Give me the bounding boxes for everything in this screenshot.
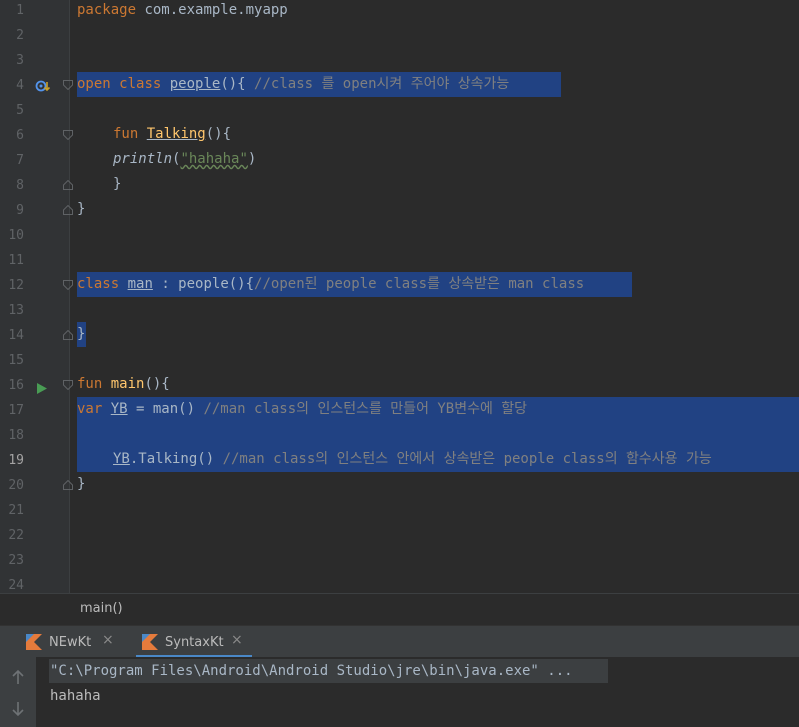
run-console[interactable]: "C:\Program Files\Android\Android Studio… bbox=[0, 657, 799, 727]
tab-newkt[interactable]: NEwKt × bbox=[22, 626, 122, 658]
code-line-14[interactable]: } bbox=[0, 322, 799, 347]
console-output: hahaha bbox=[50, 688, 101, 704]
code-line-19[interactable]: YB.Talking() //man class의 인스턴스 안에서 상속받은 … bbox=[0, 447, 799, 472]
code-punct: (){ bbox=[220, 76, 255, 92]
code-punct: (){ bbox=[205, 126, 232, 142]
override-marker-icon[interactable] bbox=[35, 78, 51, 97]
code-expression: .Talking() bbox=[129, 451, 223, 467]
println-call: println bbox=[113, 151, 173, 167]
breadcrumb[interactable]: main() bbox=[0, 593, 799, 626]
variable-name: YB bbox=[110, 401, 128, 417]
code-inheritance: : people(){ bbox=[152, 276, 255, 292]
line-number: 15 bbox=[8, 353, 24, 368]
fold-end-icon[interactable] bbox=[63, 180, 73, 190]
close-icon[interactable]: × bbox=[231, 632, 243, 648]
kotlin-icon bbox=[26, 634, 42, 650]
code-punct: ) bbox=[247, 151, 257, 167]
keyword-class: class bbox=[119, 76, 162, 92]
code-line-4[interactable]: open class people(){ //class 를 open시켜 주어… bbox=[0, 72, 799, 97]
code-line-8[interactable]: } bbox=[0, 172, 799, 197]
keyword-open: open bbox=[77, 76, 111, 92]
package-name: com.example.myapp bbox=[136, 2, 288, 18]
line-number: 23 bbox=[8, 553, 24, 568]
keyword-class: class bbox=[77, 276, 120, 292]
code-line-9[interactable]: } bbox=[0, 197, 799, 222]
fold-end-icon[interactable] bbox=[63, 330, 73, 340]
line-number: 10 bbox=[8, 228, 24, 243]
console-command: "C:\Program Files\Android\Android Studio… bbox=[50, 663, 573, 679]
closing-brace: } bbox=[77, 201, 86, 217]
code-line-17[interactable]: var YB = man() //man class의 인스턴스를 만들어 YB… bbox=[0, 397, 799, 422]
comment: //open된 people class를 상속받은 man class bbox=[254, 276, 585, 292]
line-number: 18 bbox=[8, 428, 24, 443]
arrow-up-icon[interactable] bbox=[11, 669, 25, 689]
fold-end-icon[interactable] bbox=[63, 480, 73, 490]
tab-label: SyntaxKt bbox=[165, 635, 224, 650]
line-number: 3 bbox=[16, 53, 24, 68]
code-editor[interactable]: 1 2 3 4 5 6 7 8 9 10 11 12 13 14 15 16 17 18 19 20 21 22 23 24 … bbox=[0, 0, 799, 593]
fold-start-icon[interactable] bbox=[63, 380, 73, 390]
fold-start-icon[interactable] bbox=[63, 130, 73, 140]
fold-end-icon[interactable] bbox=[63, 205, 73, 215]
line-number: 11 bbox=[8, 253, 24, 268]
comment: //man class의 인스턴스 안에서 상속받은 people class의… bbox=[222, 451, 712, 467]
code-line-6[interactable]: fun Talking(){ bbox=[0, 122, 799, 147]
code-line-16[interactable]: fun main(){ bbox=[0, 372, 799, 397]
line-number: 2 bbox=[16, 28, 24, 43]
arrow-down-icon[interactable] bbox=[11, 701, 25, 721]
console-toolbar bbox=[0, 657, 36, 727]
close-icon[interactable]: × bbox=[102, 632, 114, 648]
line-number: 13 bbox=[8, 303, 24, 318]
code-line-1[interactable]: package com.example.myapp bbox=[0, 0, 799, 23]
tab-syntaxkt[interactable]: SyntaxKt × bbox=[136, 626, 252, 658]
line-number: 21 bbox=[8, 503, 24, 518]
line-number: 24 bbox=[8, 578, 24, 593]
tab-label: NEwKt bbox=[49, 635, 92, 650]
breadcrumb-item[interactable]: main() bbox=[80, 601, 123, 616]
fold-start-icon[interactable] bbox=[63, 80, 73, 90]
class-name: people bbox=[169, 76, 221, 92]
line-number: 22 bbox=[8, 528, 24, 543]
class-name: man bbox=[127, 276, 153, 292]
keyword-var: var bbox=[77, 401, 103, 417]
run-icon[interactable] bbox=[37, 379, 47, 398]
function-name: Talking bbox=[146, 126, 206, 142]
keyword-fun: fun bbox=[113, 126, 139, 142]
code-line-12[interactable]: class man : people(){//open된 people clas… bbox=[0, 272, 799, 297]
closing-brace: } bbox=[77, 326, 86, 342]
keyword: package bbox=[77, 2, 137, 18]
function-name: main bbox=[110, 376, 145, 392]
code-expression: = man() bbox=[127, 401, 204, 417]
fold-start-icon[interactable] bbox=[63, 280, 73, 290]
comment: //man class의 인스턴스를 만들어 YB변수에 할당 bbox=[203, 401, 528, 417]
code-punct: (){ bbox=[144, 376, 170, 392]
code-line-7[interactable]: println("hahaha") bbox=[0, 147, 799, 172]
line-number: 5 bbox=[16, 103, 24, 118]
comment: //class 를 open시켜 주어야 상속가능 bbox=[254, 76, 510, 92]
closing-brace: } bbox=[77, 476, 86, 492]
closing-brace: } bbox=[113, 176, 122, 192]
run-tool-tabs: NEwKt × SyntaxKt × bbox=[0, 625, 799, 658]
string-literal: "hahaha" bbox=[180, 151, 248, 167]
variable-name: YB bbox=[113, 451, 130, 467]
code-line-20[interactable]: } bbox=[0, 472, 799, 497]
kotlin-icon bbox=[142, 634, 158, 650]
keyword-fun: fun bbox=[77, 376, 103, 392]
